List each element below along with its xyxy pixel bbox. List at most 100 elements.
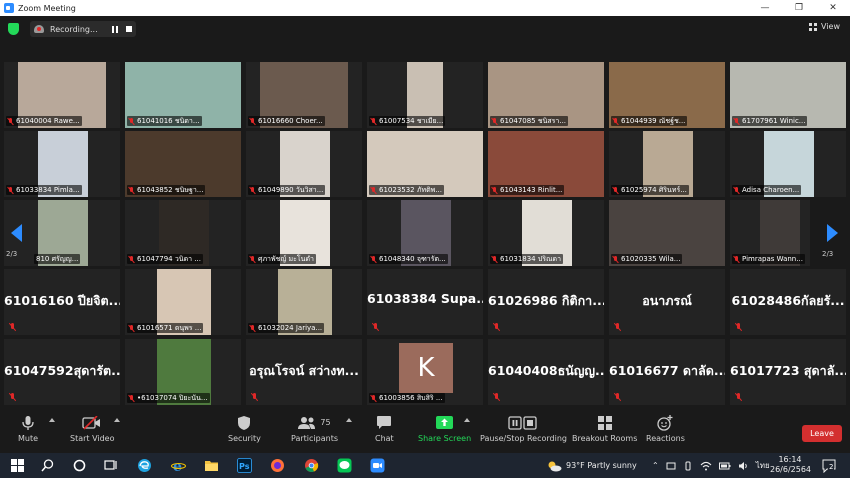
cortana-circle-icon[interactable] — [72, 458, 87, 473]
edge-browser-icon[interactable] — [137, 458, 152, 473]
audio-options-chevron-icon[interactable] — [49, 418, 55, 422]
participant-name-text: อรุณโรจน์ สว่างท... — [249, 363, 359, 378]
video-tile[interactable]: 61016660 Choer... — [246, 62, 362, 128]
leave-button[interactable]: Leave — [802, 425, 842, 442]
encryption-shield-icon[interactable] — [8, 23, 19, 35]
video-tile[interactable]: 61020335 Wila... — [609, 200, 725, 266]
video-tile[interactable]: ศุภาพัชญ์ มะโนดำ — [246, 200, 362, 266]
reactions-button[interactable]: Reactions — [646, 414, 685, 443]
photoshop-icon[interactable]: Ps — [237, 458, 252, 473]
chat-label: Chat — [375, 434, 394, 443]
internet-explorer-icon[interactable]: e — [171, 458, 186, 473]
notification-center-icon[interactable]: 2 — [822, 458, 836, 474]
video-tile[interactable]: 61707961 Winic... — [730, 62, 846, 128]
video-tile[interactable]: •61037074 ปิยะนัน... — [125, 339, 241, 405]
name-only-tile[interactable]: อนาภรณ์ — [609, 269, 725, 335]
share-options-chevron-icon[interactable] — [464, 418, 470, 422]
svg-text:e: e — [173, 459, 182, 473]
video-tile[interactable]: Adisa Charoen... — [730, 131, 846, 197]
video-tile[interactable]: 61047794 วนิดา ... — [125, 200, 241, 266]
participant-name-tag: 61047794 วนิดา ... — [127, 254, 203, 264]
avatar-tile[interactable]: K 61003856 สิบสิริ ... — [367, 339, 483, 405]
mute-label: Mute — [18, 434, 39, 443]
video-tile[interactable]: 61016571 ดนุพร ... — [125, 269, 241, 335]
breakout-rooms-button[interactable]: Breakout Rooms — [572, 414, 637, 443]
video-tile[interactable]: 61023532 ภัทติพ... — [367, 131, 483, 197]
zoom-taskbar-icon[interactable] — [370, 458, 385, 473]
name-only-tile[interactable]: 61047592สุดารัต... — [4, 339, 120, 405]
participant-name-tag: 61044939 ณัชฐ์ช... — [611, 116, 688, 126]
name-only-tile[interactable]: 61040408ธนัญญ... — [488, 339, 604, 405]
video-off-icon — [82, 414, 102, 431]
video-tile[interactable]: 61041016 ชนิดา... — [125, 62, 241, 128]
name-only-tile[interactable]: 61026986 กิติกา... — [488, 269, 604, 335]
video-tile[interactable]: 61049890 วันวิสา... — [246, 131, 362, 197]
video-tile[interactable]: 61025974 ศิรินทร์... — [609, 131, 725, 197]
name-only-tile[interactable]: 61016677 ดาลัด... — [609, 339, 725, 405]
participant-name-text: 61047592สุดารัต... — [4, 363, 120, 378]
maximize-button[interactable]: ❐ — [782, 0, 816, 16]
participant-name-tag: 61041016 ชนิดา... — [127, 116, 202, 126]
video-tile[interactable]: 61043852 ชนิษฐา... — [125, 131, 241, 197]
video-tile[interactable]: 61047085 ชนิสรา... — [488, 62, 604, 128]
reactions-label: Reactions — [646, 434, 685, 443]
windows-start-icon[interactable] — [10, 458, 25, 473]
muted-mic-icon — [9, 393, 16, 401]
view-button[interactable]: View — [809, 22, 840, 31]
tray-chevron-up-icon[interactable]: ⌃ — [652, 461, 659, 470]
line-app-icon[interactable] — [337, 458, 352, 473]
firefox-icon[interactable] — [270, 458, 285, 473]
input-language[interactable]: ไทย — [756, 459, 770, 472]
tray-app-icon[interactable] — [666, 461, 676, 471]
video-tile[interactable]: 61007534 ชาเมีย... — [367, 62, 483, 128]
video-tile[interactable]: 61032024 Jariya... — [246, 269, 362, 335]
muted-mic-icon — [735, 323, 742, 331]
search-icon[interactable] — [40, 458, 55, 473]
pause-stop-recording-button[interactable]: Pause/Stop Recording — [480, 414, 567, 443]
window-title: Zoom Meeting — [18, 3, 76, 13]
participants-chevron-icon[interactable] — [346, 418, 352, 422]
name-only-tile[interactable]: 61028486กัลยรั... — [730, 269, 846, 335]
video-tile[interactable]: 61048340 จุฑารัต... — [367, 200, 483, 266]
next-page-button[interactable]: 2/3 — [818, 222, 846, 262]
participant-name-tag: 61707961 Winic... — [732, 116, 808, 126]
security-button[interactable]: Security — [228, 414, 261, 443]
usb-device-icon[interactable] — [683, 461, 693, 471]
clock[interactable]: 16:14 26/6/2564 — [770, 455, 811, 475]
start-video-button[interactable]: Start Video — [70, 414, 115, 443]
minimize-button[interactable]: — — [748, 0, 782, 16]
participant-name-tag: 61043143 Rinlit... — [490, 185, 565, 195]
wifi-icon[interactable] — [700, 461, 712, 471]
previous-page-button[interactable]: 2/3 — [2, 222, 30, 262]
name-only-tile[interactable]: 61016160 ปียจิต... — [4, 269, 120, 335]
participant-name-tag: Adisa Charoen... — [732, 185, 802, 195]
breakout-label: Breakout Rooms — [572, 434, 638, 443]
close-button[interactable]: ✕ — [816, 0, 850, 16]
chat-button[interactable]: Chat — [375, 414, 394, 443]
video-tile[interactable]: 61040004 Rawe... — [4, 62, 120, 128]
video-tile[interactable]: 61043143 Rinlit... — [488, 131, 604, 197]
participants-icon: 75 — [298, 414, 331, 431]
file-explorer-icon[interactable] — [204, 458, 219, 473]
video-tile[interactable]: 61031834 ปริณดา — [488, 200, 604, 266]
video-tile[interactable]: 61033834 Pimla... — [4, 131, 120, 197]
task-view-icon[interactable] — [103, 458, 118, 473]
participant-name-tag: 61031834 ปริณดา — [490, 254, 564, 264]
name-only-tile[interactable]: 61017723 สุดาลั... — [730, 339, 846, 405]
participant-name-tag: •61037074 ปิยะนัน... — [127, 393, 210, 403]
video-tile[interactable]: Pimrapas Wann... — [730, 200, 810, 266]
muted-mic-icon — [734, 255, 740, 263]
battery-icon[interactable] — [718, 461, 731, 471]
participants-button[interactable]: 75 Participants — [291, 414, 338, 443]
name-only-tile[interactable]: 61038384 Supa... — [367, 269, 483, 335]
muted-mic-icon — [250, 117, 256, 125]
weather-widget[interactable]: 93°F Partly sunny — [546, 453, 637, 478]
video-options-chevron-icon[interactable] — [114, 418, 120, 422]
chrome-icon[interactable] — [304, 458, 319, 473]
mute-button[interactable]: Mute — [18, 414, 38, 443]
pause-recording-icon[interactable] — [111, 25, 118, 33]
stop-recording-icon[interactable] — [125, 26, 132, 32]
video-tile[interactable]: 61044939 ณัชฐ์ช... — [609, 62, 725, 128]
speaker-icon[interactable] — [738, 461, 749, 471]
name-only-tile[interactable]: อรุณโรจน์ สว่างท... — [246, 339, 362, 405]
